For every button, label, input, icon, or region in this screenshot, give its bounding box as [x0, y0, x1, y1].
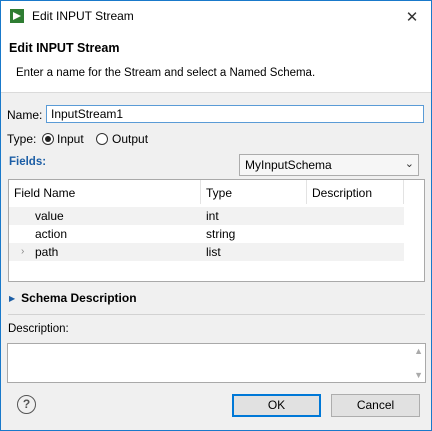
schema-description-toggle[interactable]: ▶ Schema Description: [9, 291, 137, 305]
help-icon[interactable]: ?: [17, 395, 36, 414]
radio-output-label[interactable]: Output: [112, 132, 148, 146]
chevron-right-icon[interactable]: ›: [21, 243, 24, 261]
field-type-cell: int: [206, 209, 219, 223]
fields-table: Field Name Type Description value int ac…: [8, 179, 425, 282]
column-header-description[interactable]: Description: [307, 180, 404, 204]
close-button[interactable]: ✕: [397, 1, 427, 32]
window-title: Edit INPUT Stream: [32, 9, 134, 23]
chevron-down-icon: ⌄: [404, 158, 414, 170]
ok-button[interactable]: OK: [232, 394, 321, 417]
scroll-up-icon[interactable]: ▲: [414, 346, 423, 356]
dialog-window: Edit INPUT Stream ✕ Edit INPUT Stream En…: [0, 0, 432, 431]
table-row[interactable]: value int: [9, 207, 404, 225]
triangle-right-icon[interactable]: ▶: [9, 294, 15, 303]
table-row[interactable]: › path list: [9, 243, 404, 261]
cancel-button[interactable]: Cancel: [331, 394, 420, 417]
name-label: Name:: [7, 108, 43, 122]
close-icon[interactable]: ✕: [406, 8, 419, 26]
banner-title: Edit INPUT Stream: [9, 41, 120, 55]
field-name-cell: path: [35, 245, 59, 259]
schema-select[interactable]: MyInputSchema ⌄: [239, 154, 419, 176]
column-header-type[interactable]: Type: [201, 180, 307, 204]
table-row[interactable]: action string: [9, 225, 404, 243]
title-bar: Edit INPUT Stream ✕: [1, 1, 431, 32]
type-label: Type:: [7, 132, 37, 146]
field-type-cell: list: [206, 245, 221, 259]
radio-input-label[interactable]: Input: [57, 132, 84, 146]
scroll-down-icon[interactable]: ▼: [414, 370, 423, 380]
fields-label: Fields:: [9, 156, 47, 168]
app-icon: [10, 9, 24, 23]
description-textarea[interactable]: ▲ ▼: [7, 343, 426, 383]
column-header-field-name[interactable]: Field Name: [9, 180, 201, 204]
divider: [8, 314, 425, 315]
radio-output[interactable]: [96, 133, 108, 145]
field-name-cell: value: [35, 209, 64, 223]
radio-input[interactable]: [42, 133, 54, 145]
table-header: Field Name Type Description: [9, 180, 404, 204]
schema-select-value: MyInputSchema: [245, 158, 332, 172]
name-input[interactable]: InputStream1: [46, 105, 424, 123]
dialog-banner: Edit INPUT Stream Enter a name for the S…: [1, 32, 431, 93]
description-label: Description:: [8, 323, 69, 335]
field-name-cell: action: [35, 227, 68, 241]
banner-message: Enter a name for the Stream and select a…: [16, 67, 316, 79]
field-type-cell: string: [206, 227, 236, 241]
schema-description-label[interactable]: Schema Description: [21, 291, 136, 305]
